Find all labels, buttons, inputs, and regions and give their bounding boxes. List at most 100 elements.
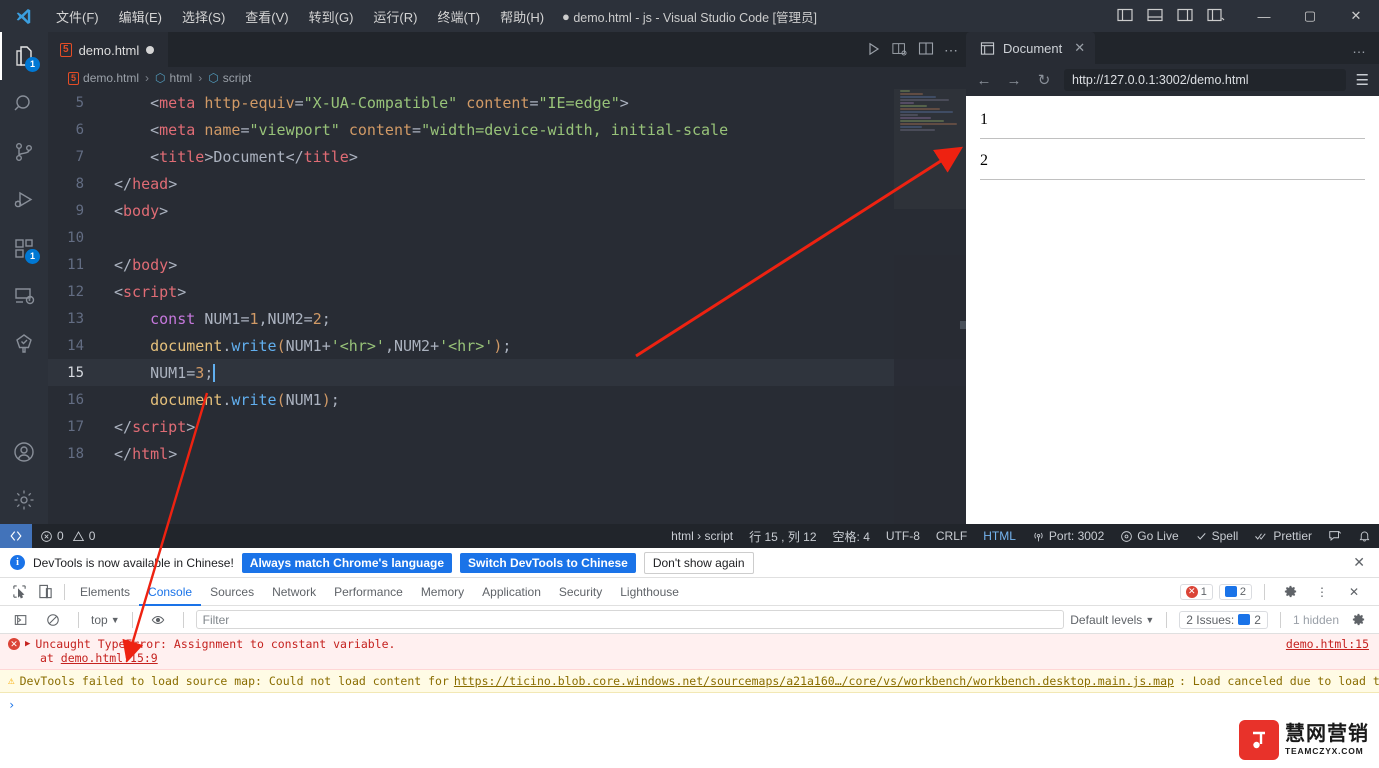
close-icon[interactable]: ✕ [1341,580,1367,604]
minimap[interactable] [894,89,966,524]
issues-button[interactable]: 2 Issues: 2 [1179,610,1268,629]
sidebar-item-testing[interactable] [0,320,48,368]
sidebar-item-source-control[interactable] [0,128,48,176]
maximize-button[interactable]: ▢ [1287,0,1333,32]
minimize-button[interactable]: — [1241,0,1287,32]
expander-triangle-icon[interactable]: ▶ [25,639,30,649]
menu-edit[interactable]: 编辑(E) [109,3,172,30]
more-actions-icon[interactable]: ⋯ [944,43,958,57]
status-encoding[interactable]: UTF-8 [878,524,928,548]
tab-lighthouse[interactable]: Lighthouse [611,578,688,606]
address-bar[interactable]: http://127.0.0.1:3002/demo.html [1064,69,1346,91]
status-language-mode[interactable]: HTML [975,524,1024,548]
code-line-13[interactable]: 13 const NUM1=1,NUM2=2; [48,305,966,332]
code-line-10[interactable]: 10 [48,224,966,251]
panel-left-icon[interactable] [1113,5,1137,28]
inspect-icon[interactable] [6,580,32,604]
code-line-8[interactable]: 8 </head> [48,170,966,197]
run-icon[interactable] [866,41,882,59]
back-button[interactable]: ← [974,72,994,89]
close-button[interactable]: ✕ [1333,0,1379,32]
code-editor[interactable]: 5 <meta http-equiv="X-UA-Compatible" con… [48,89,966,524]
stack-link[interactable]: demo.html:15:9 [61,651,158,665]
tab-performance[interactable]: Performance [325,578,412,606]
code-line-14[interactable]: 14 document.write(NUM1+'<hr>',NUM2+'<hr>… [48,332,966,359]
sidebar-item-extensions[interactable]: 1 [0,224,48,272]
panel-bottom-icon[interactable] [1143,5,1167,28]
tab-elements[interactable]: Elements [71,578,139,606]
sidebar-item-settings[interactable] [0,476,48,524]
device-toolbar-icon[interactable] [32,580,58,604]
menu-run[interactable]: 运行(R) [363,3,427,30]
code-lines[interactable]: 5 <meta http-equiv="X-UA-Compatible" con… [48,89,966,467]
sidebar-item-remote-explorer[interactable] [0,272,48,320]
menu-go[interactable]: 转到(G) [299,3,364,30]
layout-controls[interactable] [1113,0,1229,32]
console-error-source-link[interactable]: demo.html:15 [1286,637,1369,651]
forward-button[interactable]: → [1004,72,1024,89]
sidebar-item-search[interactable] [0,80,48,128]
code-line-5[interactable]: 5 <meta http-equiv="X-UA-Compatible" con… [48,89,966,116]
message-count-badge[interactable]: 2 [1218,583,1252,600]
editor-actions[interactable]: ⋯ [866,32,958,67]
always-match-language-button[interactable]: Always match Chrome's language [241,552,453,573]
minimap-slider[interactable] [894,89,966,209]
editor-tab-demo-html[interactable]: 5 demo.html [48,32,168,67]
console-warning-entry[interactable]: ⚠ DevTools failed to load source map: Co… [0,670,1379,693]
switch-devtools-chinese-button[interactable]: Switch DevTools to Chinese [460,552,636,573]
more-vertical-icon[interactable]: ⋮ [1309,580,1335,604]
code-line-15[interactable]: 15 NUM1=3; [48,359,966,386]
sidebar-item-explorer[interactable]: 1 [0,32,48,80]
breadcrumb[interactable]: 5 demo.html › ⬡ html › ⬡ script [48,67,966,89]
tab-application[interactable]: Application [473,578,550,606]
status-port[interactable]: Port: 3002 [1024,524,1112,548]
close-icon[interactable]: ✕ [1353,554,1369,571]
menu-terminal[interactable]: 终端(T) [427,3,490,30]
remote-window-button[interactable] [0,524,32,548]
status-breadcrumb-scope[interactable]: html › script [663,524,741,548]
gear-icon[interactable] [1277,580,1303,604]
menu-file[interactable]: 文件(F) [46,3,109,30]
unsaved-dot-icon[interactable] [146,46,155,54]
tab-network[interactable]: Network [263,578,325,606]
close-icon[interactable]: ✕ [1074,40,1085,56]
live-expression-icon[interactable] [145,608,171,632]
tab-console[interactable]: Console [139,578,201,606]
breadcrumb-html[interactable]: html [170,71,193,85]
hamburger-icon[interactable]: ☰ [1356,71,1371,89]
code-line-17[interactable]: 17 </script> [48,413,966,440]
menu-selection[interactable]: 选择(S) [172,3,235,30]
code-line-12[interactable]: 12 <script> [48,278,966,305]
sidebar-item-accounts[interactable] [0,428,48,476]
console-filter-input[interactable]: Filter [195,610,1065,629]
tab-security[interactable]: Security [550,578,611,606]
menu-view[interactable]: 查看(V) [235,3,298,30]
panel-right-icon[interactable] [1173,5,1197,28]
status-cursor-position[interactable]: 行 15 , 列 12 [741,524,824,548]
code-line-7[interactable]: 7 <title>Document</title> [48,143,966,170]
window-controls[interactable]: — ▢ ✕ [1241,0,1379,32]
browser-tab-document[interactable]: Document ✕ [966,32,1096,64]
code-line-11[interactable]: 11 </body> [48,251,966,278]
customize-layout-icon[interactable] [1203,5,1229,28]
browser-more-icon[interactable]: … [1352,40,1367,56]
sidebar-item-run-and-debug[interactable] [0,176,48,224]
reload-button[interactable]: ↻ [1034,71,1054,89]
dont-show-again-button[interactable]: Don't show again [643,551,754,574]
status-notifications[interactable] [1350,524,1379,548]
open-preview-icon[interactable] [892,41,908,59]
status-eol[interactable]: CRLF [928,524,975,548]
code-line-6[interactable]: 6 <meta name="viewport" content="width=d… [48,116,966,143]
split-editor-icon[interactable] [918,41,934,59]
problems-status[interactable]: 0 0 [32,524,103,548]
code-line-16[interactable]: 16 document.write(NUM1); [48,386,966,413]
breadcrumb-script[interactable]: script [223,71,252,85]
status-indentation[interactable]: 空格: 4 [825,524,878,548]
warning-link[interactable]: https://ticino.blob.core.windows.net/sou… [454,674,1174,688]
menu-help[interactable]: 帮助(H) [490,3,554,30]
menu-bar[interactable]: 文件(F) 编辑(E) 选择(S) 查看(V) 转到(G) 运行(R) 终端(T… [46,3,554,30]
execute-icon[interactable] [8,608,34,632]
tab-memory[interactable]: Memory [412,578,473,606]
console-error-entry[interactable]: ✕ ▶ Uncaught TypeError: Assignment to co… [0,634,1379,670]
status-feedback[interactable] [1320,524,1350,548]
